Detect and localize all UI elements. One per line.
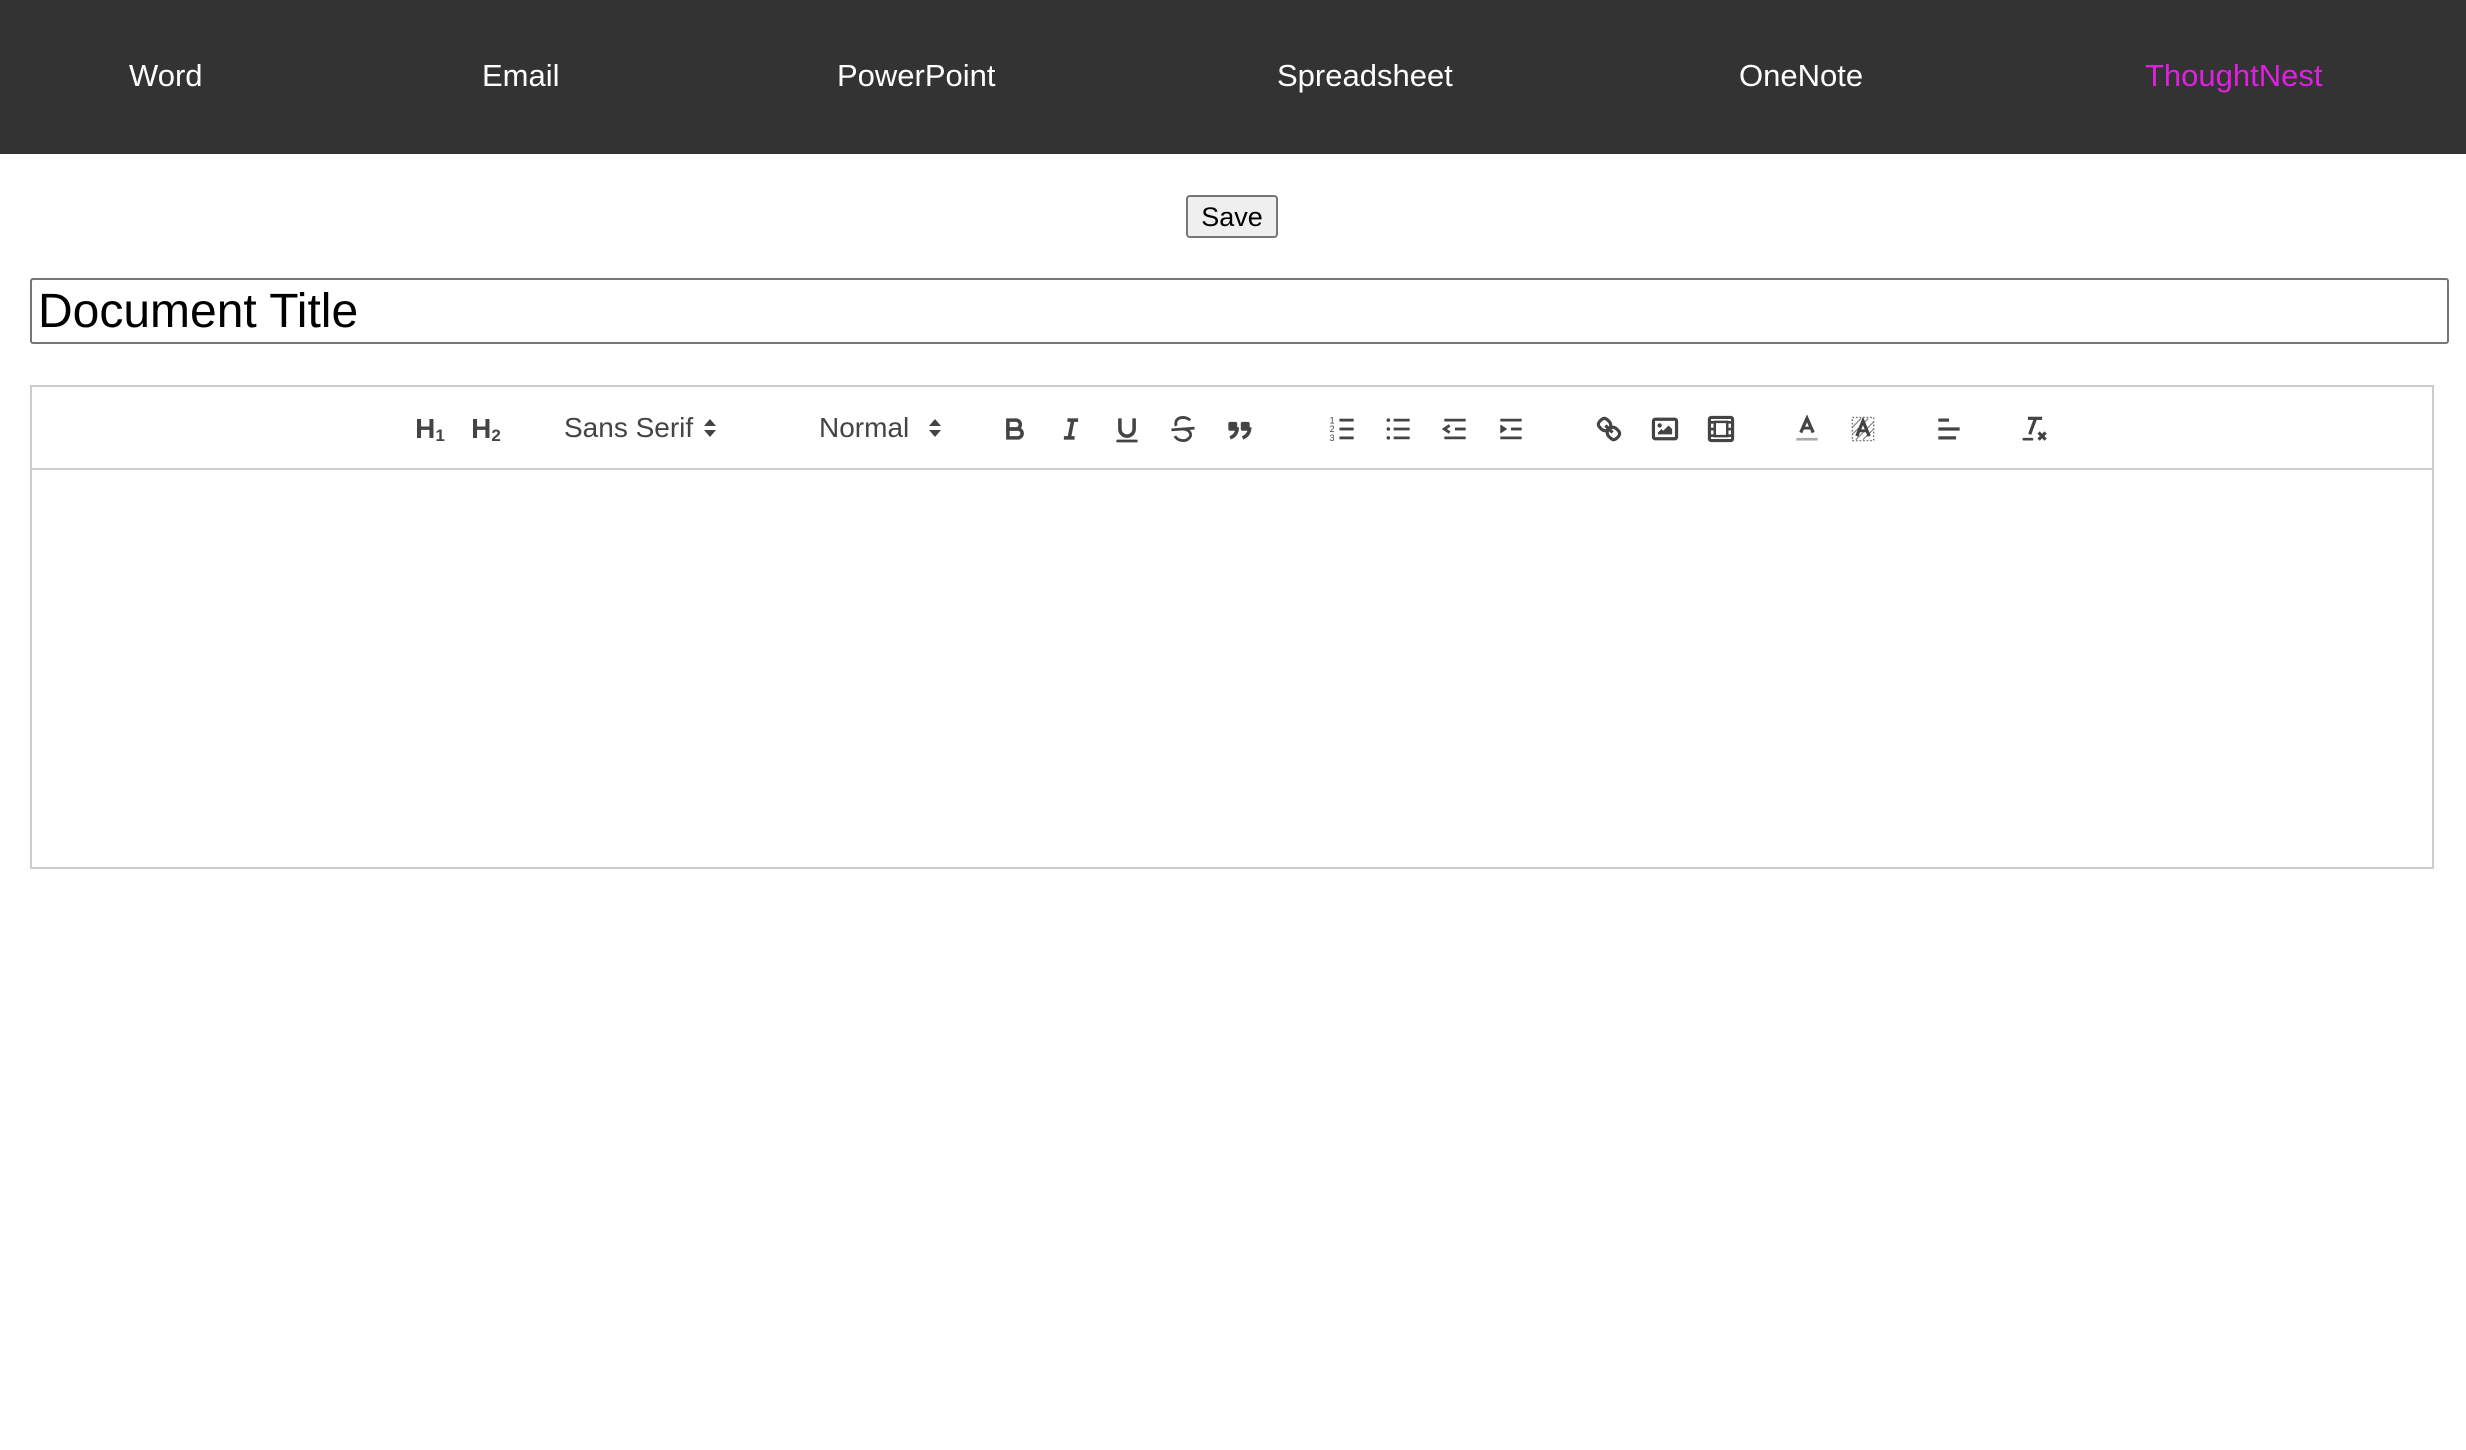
nav-item-thoughtnest[interactable]: ThoughtNest <box>2145 54 2323 98</box>
header-1-button[interactable]: H1 <box>410 411 450 447</box>
underline-button[interactable] <box>1107 411 1147 447</box>
ordered-list-icon: 1 2 3 <box>1330 415 1354 443</box>
text-color-icon <box>1796 414 1818 441</box>
outdent-icon <box>1441 418 1466 440</box>
header-2-label: H2 <box>471 412 501 445</box>
indent-button[interactable] <box>1491 411 1531 447</box>
video-icon <box>1707 415 1735 443</box>
align-left-icon <box>1938 418 1960 440</box>
italic-button[interactable] <box>1051 411 1091 447</box>
background-color-icon <box>1851 416 1875 442</box>
indent-icon <box>1499 418 1522 440</box>
bullet-list-button[interactable] <box>1379 411 1419 447</box>
size-picker-label: Normal <box>819 412 910 443</box>
font-picker-label: Sans Serif <box>564 412 694 443</box>
clear-format-icon <box>2022 416 2047 441</box>
link-button[interactable] <box>1589 411 1629 447</box>
size-picker[interactable]: Normal <box>819 407 943 449</box>
clear-format-button[interactable] <box>2015 411 2055 447</box>
video-button[interactable] <box>1701 411 1741 447</box>
text-color-button[interactable] <box>1787 411 1827 447</box>
align-button[interactable] <box>1929 411 1969 447</box>
nav-item-word[interactable]: Word <box>129 54 203 98</box>
header-2-button[interactable]: H2 <box>466 411 506 447</box>
ordered-list-button[interactable]: 1 2 3 <box>1323 411 1363 447</box>
image-icon <box>1651 417 1679 441</box>
header-1-label: H1 <box>415 412 445 445</box>
editor-content-area[interactable] <box>32 470 2432 867</box>
strike-button[interactable] <box>1163 411 1203 447</box>
nav-item-spreadsheet[interactable]: Spreadsheet <box>1277 54 1453 98</box>
nav-item-onenote[interactable]: OneNote <box>1739 54 1863 98</box>
link-icon <box>1596 416 1622 442</box>
editor-toolbar: H1 H2 Sans Serif Normal 1 2 3 <box>32 387 2432 470</box>
background-color-button[interactable] <box>1843 411 1883 447</box>
save-button[interactable]: Save <box>1186 195 1278 238</box>
bold-icon <box>1006 418 1024 440</box>
top-navigation-bar: Word Email PowerPoint Spreadsheet OneNot… <box>0 0 2466 154</box>
svg-text:3: 3 <box>1330 433 1335 443</box>
bold-button[interactable] <box>995 411 1035 447</box>
image-button[interactable] <box>1645 411 1685 447</box>
underline-icon <box>1116 418 1138 443</box>
nav-item-email[interactable]: Email <box>482 54 560 98</box>
font-picker[interactable]: Sans Serif <box>564 407 718 449</box>
blockquote-button[interactable] <box>1219 411 1259 447</box>
outdent-button[interactable] <box>1435 411 1475 447</box>
rich-text-editor: H1 H2 Sans Serif Normal 1 2 3 <box>30 385 2434 869</box>
strikethrough-icon <box>1171 416 1195 442</box>
picker-arrows-icon <box>704 419 717 437</box>
bullet-list-icon <box>1386 418 1410 440</box>
picker-arrows-icon <box>929 419 942 437</box>
document-title-input[interactable] <box>30 278 2449 344</box>
blockquote-icon <box>1228 421 1252 440</box>
nav-item-powerpoint[interactable]: PowerPoint <box>837 54 996 98</box>
italic-icon <box>1063 418 1079 440</box>
